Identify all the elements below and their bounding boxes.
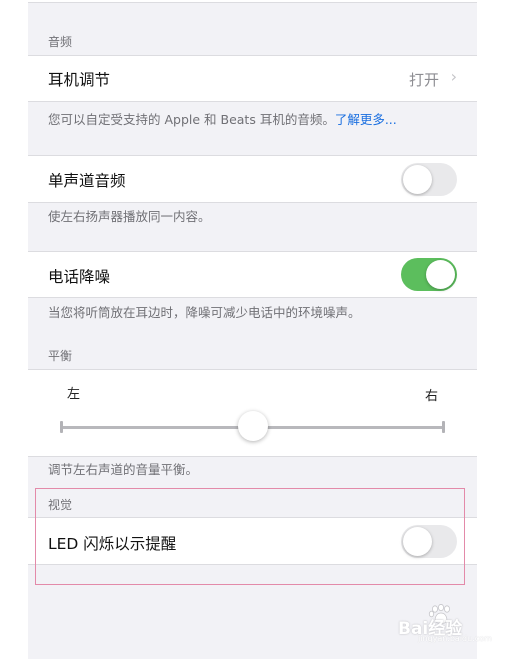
- watermark-domain: jingyan.baidu.com: [418, 634, 492, 643]
- toggle-knob: [403, 165, 432, 194]
- learn-more-link[interactable]: 了解更多...: [335, 112, 397, 127]
- mono-audio-toggle[interactable]: [401, 163, 457, 196]
- balance-left-end-tick: [60, 421, 63, 433]
- chevron-right-icon: ›: [450, 67, 457, 86]
- headphone-accommodations-label: 耳机调节: [48, 71, 111, 89]
- noise-footer: 当您将听筒放在耳边时，降噪可减少电话中的环境噪声。: [48, 305, 361, 320]
- balance-left-label: 左: [67, 387, 81, 402]
- section-header-balance: 平衡: [48, 349, 73, 363]
- highlight-box: [35, 488, 465, 585]
- phone-noise-cancellation-toggle[interactable]: [401, 258, 457, 291]
- baidu-jingyan-watermark: Bai经验 jingyan.baidu.com: [398, 604, 498, 644]
- section-header-audio: 音频: [48, 35, 73, 49]
- headphone-footer: 您可以自定受支持的 Apple 和 Beats 耳机的音频。了解更多...: [48, 111, 458, 128]
- headphone-accommodations-value: 打开: [408, 71, 439, 89]
- mono-audio-row: 单声道音频: [28, 156, 477, 202]
- balance-slider-thumb[interactable]: [238, 411, 268, 441]
- mono-audio-label: 单声道音频: [48, 172, 126, 190]
- phone-noise-cancellation-row: 电话降噪: [28, 252, 477, 297]
- balance-right-label: 右: [425, 389, 439, 404]
- toggle-knob: [426, 260, 455, 289]
- mono-footer: 使左右扬声器播放同一内容。: [48, 209, 211, 224]
- headphone-accommodations-row[interactable]: 耳机调节 打开 ›: [28, 56, 477, 101]
- balance-footer: 调节左右声道的音量平衡。: [48, 462, 199, 477]
- phone-noise-cancellation-label: 电话降噪: [48, 268, 111, 286]
- balance-right-end-tick: [442, 421, 445, 433]
- headphone-footer-text: 您可以自定受支持的 Apple 和 Beats 耳机的音频。: [48, 112, 335, 127]
